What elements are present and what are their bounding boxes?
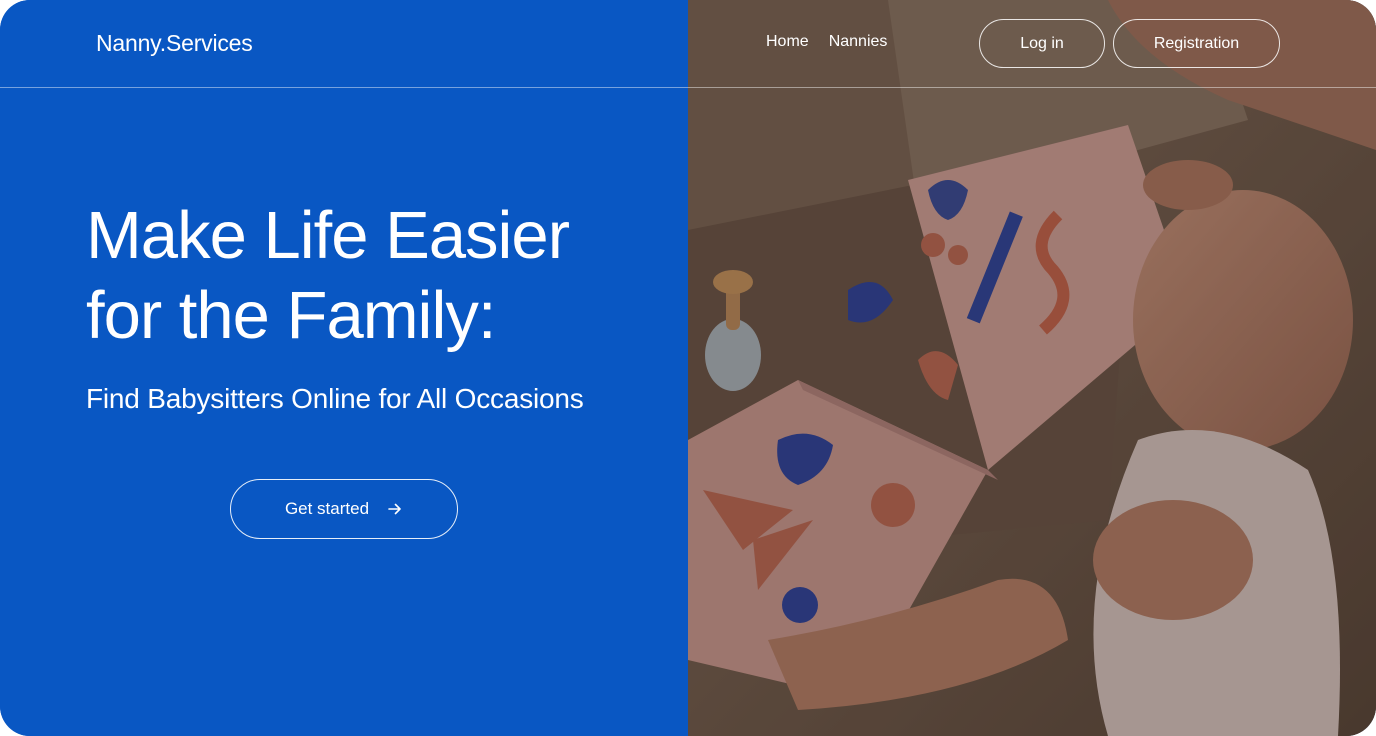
main-nav: Home Nannies	[766, 33, 887, 51]
site-logo[interactable]: Nanny.Services	[96, 30, 253, 57]
hero-headline-line1: Make Life Easier	[86, 198, 570, 273]
hero-left-panel	[0, 0, 688, 736]
nav-link-nannies[interactable]: Nannies	[829, 33, 888, 51]
hero-headline-line2: for the Family:	[86, 278, 496, 353]
get-started-label: Get started	[284, 499, 370, 518]
get-started-button[interactable]: Get started	[230, 479, 458, 539]
registration-button[interactable]: Registration	[1113, 19, 1280, 68]
login-button[interactable]: Log in	[979, 19, 1105, 68]
hero-section: Nanny.Services Home Nannies Log in Regis…	[0, 0, 1376, 736]
nav-link-home[interactable]: Home	[766, 33, 809, 51]
hero-headline: Make Life Easier for the Family:	[86, 196, 666, 356]
hero-photo	[688, 0, 1376, 736]
arrow-right-icon	[387, 501, 403, 517]
site-header: Nanny.Services Home Nannies Log in Regis…	[0, 0, 1376, 88]
hero-subtitle: Find Babysitters Online for All Occasion…	[86, 383, 584, 414]
